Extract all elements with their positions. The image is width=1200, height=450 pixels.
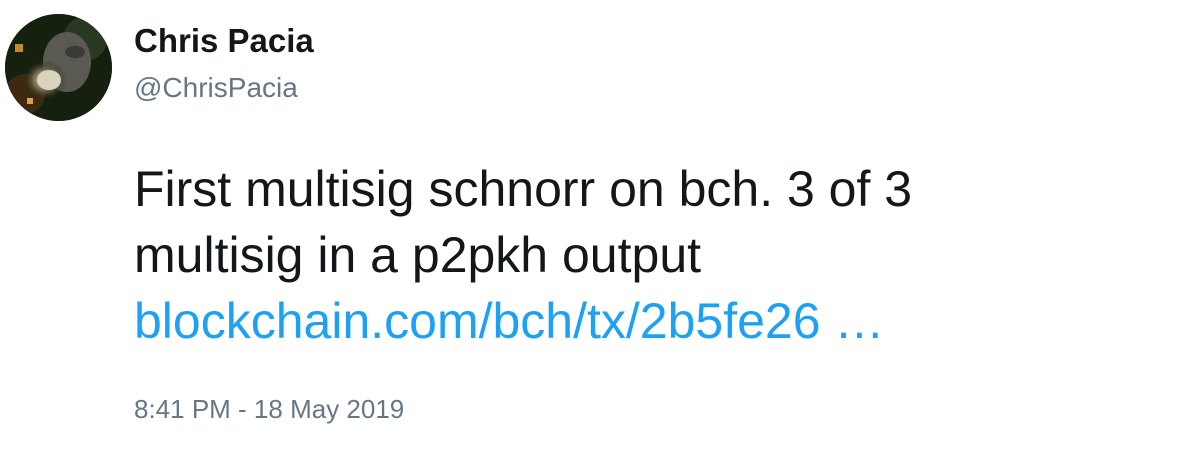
author-name[interactable]: Chris Pacia — [134, 22, 314, 60]
tweet-text-line-1: First multisig schnorr on bch. 3 of 3 — [134, 161, 913, 217]
tweet-timestamp[interactable]: 8:41 PM - 18 May 2019 — [134, 394, 404, 425]
avatar[interactable] — [5, 14, 112, 121]
tweet-card: Chris Pacia @ChrisPacia First multisig s… — [0, 0, 1200, 450]
tweet-text: First multisig schnorr on bch. 3 of 3 mu… — [134, 156, 1174, 354]
tweet-link-line: blockchain.com/bch/tx/2b5fe26 … — [134, 288, 1174, 354]
tweet-text-line-2: multisig in a p2pkh output — [134, 227, 702, 283]
author-handle[interactable]: @ChrisPacia — [134, 72, 298, 104]
avatar-photo-icon — [5, 14, 112, 121]
tweet-link[interactable]: blockchain.com/bch/tx/2b5fe26 … — [134, 293, 884, 349]
